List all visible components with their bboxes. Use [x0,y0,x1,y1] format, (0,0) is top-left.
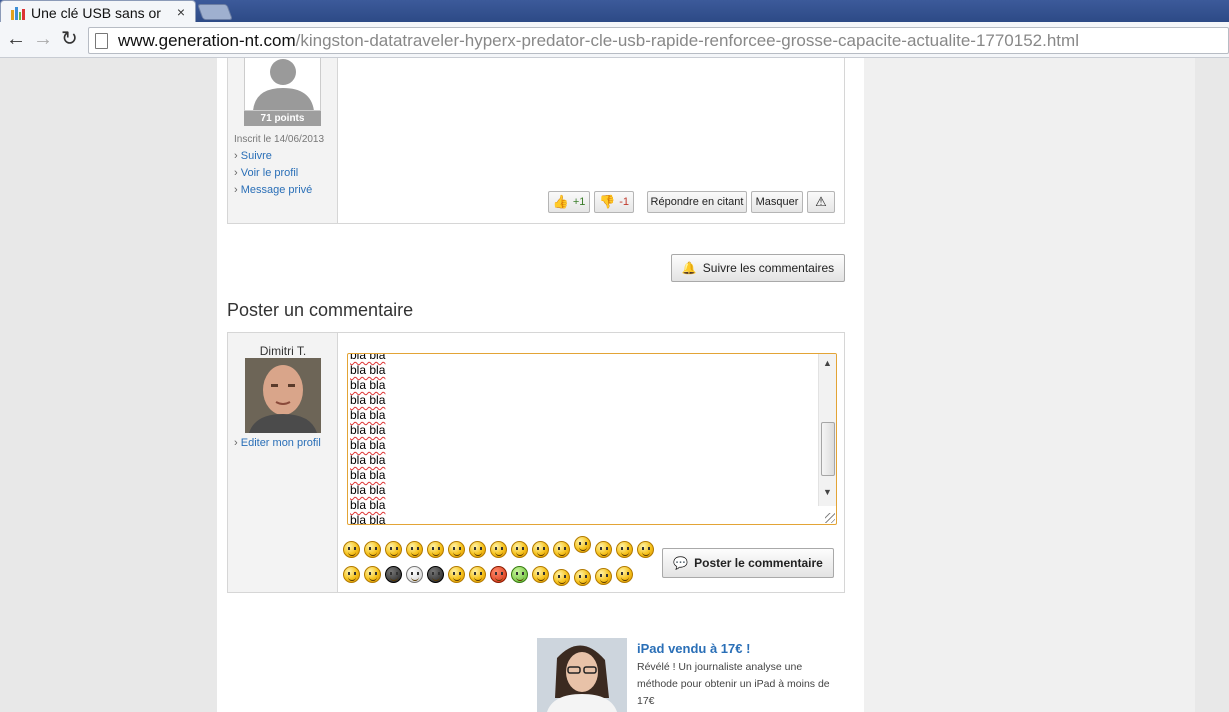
previous-comment: 71 points Inscrit le 14/06/2013 Suivre V… [227,58,845,224]
comment-author-panel: 71 points Inscrit le 14/06/2013 Suivre V… [228,58,338,223]
cool-icon[interactable] [427,541,444,558]
comment-textarea[interactable]: bla bla bla bla bla bla bla bla bla bla … [347,353,837,525]
textarea-scrollbar[interactable]: ▲ ▼ [818,354,836,506]
sponsored-ad[interactable]: iPad vendu à 17€ ! Révélé ! Un journalis… [537,638,837,712]
tab-strip: Une clé USB sans or × [0,0,1229,24]
resize-handle-icon[interactable] [825,513,835,523]
new-tab-button[interactable] [197,4,233,20]
right-sidebar [864,58,1195,712]
ninja-icon[interactable] [385,566,402,583]
post-comment-title: Poster un commentaire [227,300,414,320]
current-username: Dimitri T. [259,344,307,358]
lol-icon[interactable] [553,541,570,558]
close-tab-icon[interactable]: × [177,4,185,20]
page-viewport: 71 points Inscrit le 14/06/2013 Suivre V… [0,58,1229,712]
address-bar[interactable]: www.generation-nt.com/kingston-datatrave… [88,27,1229,54]
points-badge: 71 points [244,111,321,126]
follow-link[interactable]: Suivre [234,150,272,162]
user-avatar [245,358,321,433]
reply-quote-button[interactable]: Répondre en citant [647,191,747,213]
ad-description: Révélé ! Un journaliste analyse une méth… [637,661,830,707]
report-button[interactable]: ⚠ [807,191,835,213]
sick-icon[interactable] [511,566,528,583]
warning-icon: ⚠ [815,194,827,209]
edit-profile-link[interactable]: Editer mon profil [234,437,321,449]
police-icon[interactable] [448,566,465,583]
devil-icon[interactable] [490,566,507,583]
browser-tab[interactable]: Une clé USB sans or × [0,0,196,24]
speech-bubble-icon: 💬 [673,556,689,570]
wink-icon[interactable] [364,541,381,558]
love-icon[interactable] [553,569,570,586]
thumbs-down-icon: 👎 [599,194,616,209]
dizzy-icon[interactable] [469,566,486,583]
hide-button[interactable]: Masquer [751,191,803,213]
follow-comments-button[interactable]: 🔔 Suivre les commentaires [671,254,845,282]
comment-text: bla bla bla bla bla bla bla bla bla bla … [350,353,386,525]
private-message-link[interactable]: Message privé [234,184,313,196]
shocked-icon[interactable] [532,566,549,583]
nerd-icon[interactable] [616,541,633,558]
reload-icon[interactable]: ↻ [61,29,78,49]
browser-toolbar: ← → ↻ www.generation-nt.com/kingston-dat… [0,22,1229,58]
grin-icon[interactable] [385,541,402,558]
sleep-icon[interactable] [574,569,591,586]
scroll-down-icon[interactable]: ▼ [823,487,832,497]
smile-icon[interactable] [343,541,360,558]
happy-icon[interactable] [406,541,423,558]
angel-icon[interactable] [574,536,591,553]
member-since: Inscrit le 14/06/2013 [234,134,325,145]
neutral-icon[interactable] [448,541,465,558]
surprised-icon[interactable] [532,541,549,558]
ad-title[interactable]: iPad vendu à 17€ ! [637,641,750,656]
sleepy-icon[interactable] [364,566,381,583]
vote-up-button[interactable]: 👍 +1 [548,191,590,213]
laugh-icon[interactable] [469,541,486,558]
bell-icon: 🔔 [681,261,697,275]
page-icon [95,32,108,49]
forward-icon[interactable]: → [33,29,53,49]
scroll-up-icon[interactable]: ▲ [823,358,832,368]
rolleyes-icon[interactable] [511,541,528,558]
thumbs-up-icon: 👍 [552,194,569,209]
site-favicon-icon [11,6,25,20]
tongue-icon[interactable] [490,541,507,558]
clap-icon[interactable] [637,541,654,558]
back-icon[interactable]: ← [6,29,26,49]
meh-icon[interactable] [616,566,633,583]
music-icon[interactable] [595,568,612,585]
tab-title: Une clé USB sans or [31,4,161,21]
sunglasses-icon[interactable] [427,566,444,583]
current-user-panel: Dimitri T. Editer mon profil [228,333,338,592]
post-comment-form: Dimitri T. Editer mon profil bla bla bla… [227,332,845,593]
confused-icon[interactable] [595,541,612,558]
post-comment-button[interactable]: 💬 Poster le commentaire [662,548,834,578]
vote-down-button[interactable]: 👎 -1 [594,191,634,213]
url-text: www.generation-nt.com/kingston-datatrave… [118,30,1079,50]
alien-icon[interactable] [406,566,423,583]
eek-icon[interactable] [343,566,360,583]
main-column: 71 points Inscrit le 14/06/2013 Suivre V… [217,58,864,712]
view-profile-link[interactable]: Voir le profil [234,167,298,179]
ad-photo[interactable] [537,638,627,712]
default-avatar [244,58,321,111]
scroll-thumb[interactable] [821,422,835,476]
